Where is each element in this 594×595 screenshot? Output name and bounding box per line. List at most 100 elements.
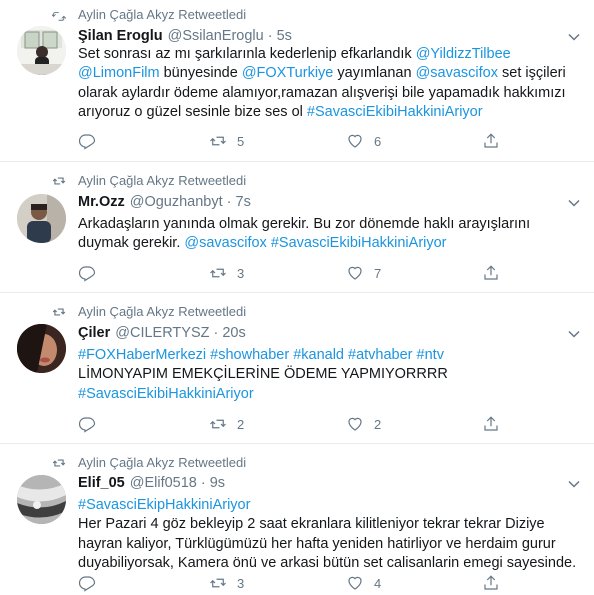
- user-handle[interactable]: @Elif0518: [130, 475, 197, 491]
- tweet-time[interactable]: 5s: [277, 28, 292, 44]
- tweet-actions: 3 7: [78, 264, 580, 284]
- mention-link[interactable]: @YildizzTilbee: [416, 46, 511, 62]
- retweet-label[interactable]: Aylin Çağla Akyz Retweetledi: [78, 7, 246, 22]
- avatar[interactable]: [17, 26, 66, 75]
- share-icon: [484, 133, 498, 148]
- hashtag-link[interactable]: #SavasciEkibiHakkiniAriyor: [78, 386, 254, 402]
- tweet-actions: 5 6: [78, 132, 580, 152]
- separator-dot: ·: [267, 28, 273, 44]
- reply-button[interactable]: [78, 415, 96, 433]
- reply-icon: [78, 134, 96, 150]
- avatar[interactable]: [17, 475, 66, 524]
- share-button[interactable]: [482, 574, 500, 592]
- avatar[interactable]: [17, 194, 66, 243]
- tweet-time[interactable]: 20s: [222, 325, 245, 341]
- hashtag-link[interactable]: #ntv: [417, 347, 444, 363]
- separator-dot: ·: [200, 475, 206, 491]
- retweet-icon: [210, 268, 226, 278]
- share-icon: [484, 575, 498, 590]
- retweet-label[interactable]: Aylin Çağla Akyz Retweetledi: [78, 455, 246, 470]
- text: hayran kaliyor, Türklügümüzü her hafta y…: [78, 535, 556, 552]
- chevron-down-icon[interactable]: [568, 31, 580, 43]
- tweet[interactable]: Aylin Çağla Akyz Retweetledi Çiler @CILE…: [0, 293, 594, 444]
- like-button[interactable]: 7: [346, 264, 381, 282]
- retweet-label[interactable]: Aylin Çağla Akyz Retweetledi: [78, 173, 246, 188]
- like-button[interactable]: 6: [346, 132, 381, 150]
- heart-icon: [348, 417, 362, 431]
- retweet-icon: [52, 12, 66, 21]
- hashtag-link[interactable]: #SavasciEkipHakkiniAriyor: [78, 497, 250, 513]
- tweet-header: Çiler @CILERTYSZ · 20s: [78, 325, 246, 341]
- text: duymak gerekir.: [78, 235, 185, 252]
- share-button[interactable]: [482, 264, 500, 282]
- display-name[interactable]: Mr.Ozz: [78, 194, 125, 210]
- tweet-time[interactable]: 9s: [210, 475, 225, 491]
- text: Her Pazari 4 göz bekleyip 2 saat ekranla…: [78, 516, 545, 533]
- mention-link[interactable]: @LimonFilm: [78, 65, 160, 81]
- retweet-icon: [210, 136, 226, 146]
- reply-icon: [78, 576, 96, 592]
- user-handle[interactable]: @SsilanEroglu: [168, 28, 264, 44]
- hashtag-link[interactable]: #SavasciEkibiHakkiniAriyor: [271, 235, 447, 251]
- avatar[interactable]: [17, 324, 66, 373]
- hashtag-link[interactable]: #FOXHaberMerkezi: [78, 347, 206, 363]
- user-handle[interactable]: @CILERTYSZ: [115, 325, 209, 341]
- display-name[interactable]: Elif_05: [78, 475, 125, 491]
- text: yayımlanan: [333, 65, 416, 82]
- share-icon: [484, 416, 498, 431]
- like-count: 2: [374, 416, 382, 432]
- tweet-text: #FOXHaberMerkezi #showhaber #kanald #atv…: [78, 346, 580, 404]
- user-handle[interactable]: @Oguzhanbyt: [130, 194, 223, 210]
- heart-icon: [348, 576, 362, 590]
- retweet-icon: [210, 578, 226, 588]
- mention-link[interactable]: @FOXTurkiye: [242, 65, 334, 81]
- mention-link[interactable]: @savascifox: [416, 65, 498, 81]
- retweet-button[interactable]: 5: [209, 132, 244, 150]
- like-button[interactable]: 2: [346, 415, 381, 433]
- text: LİMONYAPIM EMEKÇİLERİNE ÖDEME YAPMIYORRR…: [78, 366, 448, 383]
- text: arıyoruz o güzel sesinle bize ses ol: [78, 104, 307, 121]
- heart-icon: [348, 134, 362, 148]
- hashtag-link[interactable]: #atvhaber: [348, 347, 413, 363]
- tweet[interactable]: Aylin Çağla Akyz Retweetledi Şilan Erogl…: [0, 0, 594, 162]
- hashtag-link[interactable]: #SavasciEkibiHakkiniAriyor: [307, 104, 483, 120]
- text: Set sonrası az mı şarkılarınla kederleni…: [78, 46, 416, 62]
- text: bünyesinde: [159, 65, 242, 82]
- reply-button[interactable]: [78, 574, 96, 592]
- reply-button[interactable]: [78, 264, 96, 282]
- display-name[interactable]: Şilan Eroglu: [78, 28, 163, 44]
- like-count: 7: [374, 265, 382, 281]
- retweet-button[interactable]: 2: [209, 415, 244, 433]
- tweet[interactable]: Aylin Çağla Akyz Retweetledi Elif_05 @El…: [0, 444, 594, 595]
- reply-button[interactable]: [78, 132, 96, 150]
- share-button[interactable]: [482, 415, 500, 433]
- mention-link[interactable]: @savascifox: [184, 235, 266, 251]
- tweet-text: #SavasciEkipHakkiniAriyor Her Pazari 4 g…: [78, 496, 580, 574]
- retweet-icon: [52, 459, 66, 467]
- tweet-time[interactable]: 7s: [236, 194, 251, 210]
- tweet-text: Arkadaşların yanında olmak gerekir. Bu z…: [78, 215, 580, 254]
- chevron-down-icon[interactable]: [568, 197, 580, 209]
- tweet[interactable]: Aylin Çağla Akyz Retweetledi Mr.Ozz @Ogu…: [0, 162, 594, 293]
- share-icon: [484, 265, 498, 280]
- hashtag-link[interactable]: #showhaber: [210, 347, 289, 363]
- tweet-actions: 2 2: [78, 415, 580, 435]
- tweet-header: Şilan Eroglu @SsilanEroglu · 5s: [78, 28, 292, 44]
- chevron-down-icon[interactable]: [568, 478, 580, 490]
- share-button[interactable]: [482, 132, 500, 150]
- retweet-label[interactable]: Aylin Çağla Akyz Retweetledi: [78, 304, 246, 319]
- retweet-count: 2: [237, 416, 245, 432]
- retweet-button[interactable]: 3: [209, 574, 244, 592]
- avatar-image: [17, 324, 66, 373]
- retweet-button[interactable]: 3: [209, 264, 244, 282]
- heart-icon: [348, 266, 362, 280]
- text: olarak aylardır ödeme alamıyor,ramazan a…: [78, 84, 566, 101]
- retweet-icon: [210, 419, 226, 429]
- tweet-text: Set sonrası az mı şarkılarınla kederleni…: [78, 45, 580, 123]
- hashtag-link[interactable]: #kanald: [293, 347, 344, 363]
- separator-dot: ·: [226, 194, 232, 210]
- tweet-actions: 3 4: [78, 574, 580, 594]
- chevron-down-icon[interactable]: [568, 328, 580, 340]
- display-name[interactable]: Çiler: [78, 325, 110, 341]
- like-button[interactable]: 4: [346, 574, 381, 592]
